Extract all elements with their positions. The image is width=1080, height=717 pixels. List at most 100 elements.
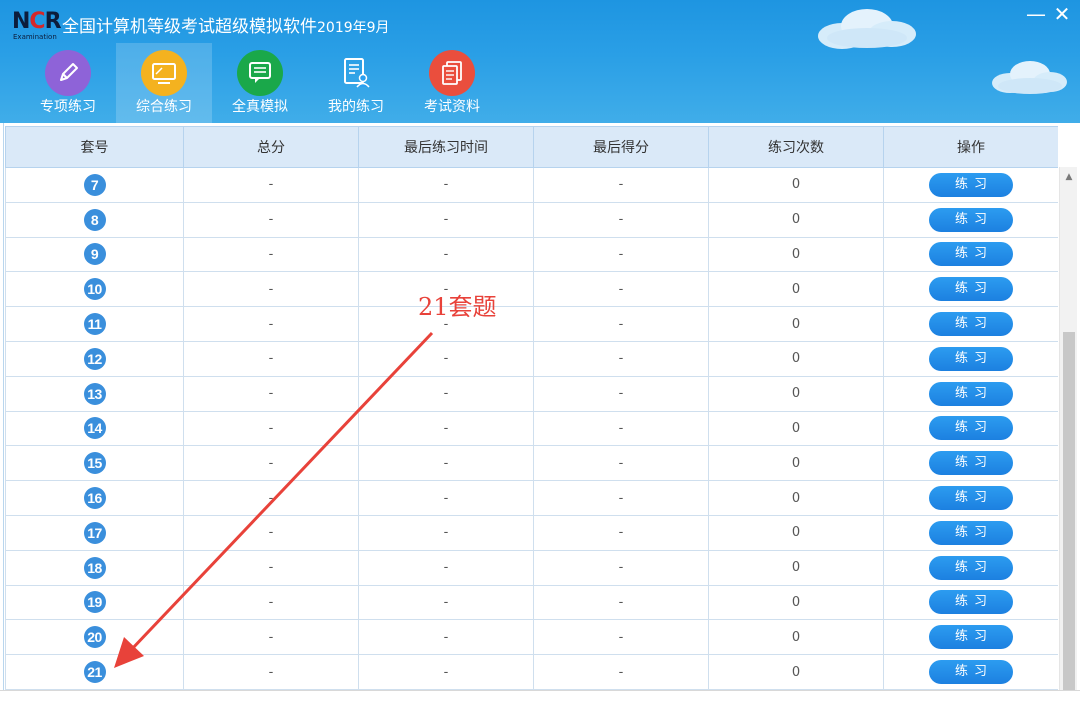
set-number-cell: 8 xyxy=(5,201,184,238)
close-button[interactable]: ✕ xyxy=(1050,2,1074,26)
last-score-cell: - xyxy=(533,480,709,516)
table-row: 8 - - - 0 练习 xyxy=(5,201,1058,238)
document-user-icon xyxy=(333,50,379,96)
total-score-cell: - xyxy=(183,236,359,273)
set-number-badge: 8 xyxy=(83,208,106,231)
practice-count-cell: 0 xyxy=(708,375,884,412)
practice-button[interactable]: 练习 xyxy=(929,520,1013,545)
cloud-decoration-small xyxy=(992,61,1067,94)
set-number-badge: 14 xyxy=(83,417,106,440)
scrollbar-thumb[interactable] xyxy=(1063,332,1075,690)
logo-subtext: Examination xyxy=(13,33,57,41)
total-score-cell: - xyxy=(183,584,359,621)
vertical-scrollbar[interactable]: ▲ xyxy=(1059,167,1077,690)
practice-button[interactable]: 练习 xyxy=(929,172,1013,197)
logo-mark: NCR xyxy=(12,9,62,34)
last-time-cell: - xyxy=(358,514,534,551)
last-time-cell: - xyxy=(358,480,534,516)
last-time-cell: - xyxy=(358,549,534,586)
practice-button[interactable]: 练习 xyxy=(929,346,1013,371)
table-row: 11 - - - 0 练习 xyxy=(5,306,1058,342)
nav-item-full-simulation[interactable]: 全真模拟 xyxy=(212,43,308,123)
action-cell: 练习 xyxy=(883,306,1058,342)
table-header-row: 套号 总分 最后练习时间 最后得分 练习次数 操作 xyxy=(5,126,1058,168)
practice-button[interactable]: 练习 xyxy=(929,660,1013,685)
last-score-cell: - xyxy=(533,445,709,482)
set-number-cell: 19 xyxy=(5,584,184,621)
scroll-up-arrow-icon[interactable]: ▲ xyxy=(1060,167,1078,187)
last-score-cell: - xyxy=(533,654,709,690)
nav-item-comprehensive-practice[interactable]: 综合练习 xyxy=(116,43,212,123)
practice-button[interactable]: 练习 xyxy=(929,451,1013,476)
set-number-badge: 10 xyxy=(83,278,106,301)
title-bar: NCR Examination 全国计算机等级考试超级模拟软件2019年9月 —… xyxy=(0,0,1080,123)
last-time-cell: - xyxy=(358,201,534,238)
table-row: 15 - - - 0 练习 xyxy=(5,445,1058,482)
action-cell: 练习 xyxy=(883,410,1058,447)
practice-count-cell: 0 xyxy=(708,445,884,482)
practice-button[interactable]: 练习 xyxy=(929,590,1013,615)
last-time-cell: - xyxy=(358,375,534,412)
set-number-badge: 7 xyxy=(83,173,106,196)
practice-button[interactable]: 练习 xyxy=(929,207,1013,232)
total-score-cell: - xyxy=(183,271,359,308)
practice-button[interactable]: 练习 xyxy=(929,486,1013,511)
set-number-cell: 9 xyxy=(5,236,184,273)
nav-label: 考试资料 xyxy=(424,99,480,115)
practice-button[interactable]: 练习 xyxy=(929,416,1013,441)
app-logo: NCR Examination xyxy=(12,9,64,42)
action-cell: 练习 xyxy=(883,340,1058,377)
nav-item-special-practice[interactable]: 专项练习 xyxy=(20,43,116,123)
last-time-cell: - xyxy=(358,236,534,273)
set-number-badge: 16 xyxy=(83,487,106,510)
total-score-cell: - xyxy=(183,445,359,482)
total-score-cell: - xyxy=(183,340,359,377)
set-number-badge: 20 xyxy=(83,626,106,649)
practice-button[interactable]: 练习 xyxy=(929,312,1013,337)
column-header-practice-count[interactable]: 练习次数 xyxy=(708,126,884,168)
practice-button[interactable]: 练习 xyxy=(929,242,1013,267)
column-header-set-number[interactable]: 套号 xyxy=(5,126,184,168)
last-score-cell: - xyxy=(533,549,709,586)
set-number-cell: 12 xyxy=(5,340,184,377)
table-row: 14 - - - 0 练习 xyxy=(5,410,1058,447)
action-cell: 练习 xyxy=(883,584,1058,621)
nav-label: 专项练习 xyxy=(40,99,96,115)
action-cell: 练习 xyxy=(883,201,1058,238)
column-header-last-score[interactable]: 最后得分 xyxy=(533,126,709,168)
practice-count-cell: 0 xyxy=(708,201,884,238)
total-score-cell: - xyxy=(183,306,359,342)
total-score-cell: - xyxy=(183,375,359,412)
table-row: 19 - - - 0 练习 xyxy=(5,584,1058,621)
nav-item-exam-materials[interactable]: 考试资料 xyxy=(404,43,500,123)
practice-count-cell: 0 xyxy=(708,236,884,273)
minimize-button[interactable]: — xyxy=(1024,2,1048,26)
last-score-cell: - xyxy=(533,201,709,238)
practice-button[interactable]: 练习 xyxy=(929,277,1013,302)
column-header-total-score[interactable]: 总分 xyxy=(183,126,359,168)
nav-item-my-practice[interactable]: 我的练习 xyxy=(308,43,404,123)
last-score-cell: - xyxy=(533,167,709,203)
table-row: 16 - - - 0 练习 xyxy=(5,480,1058,516)
set-number-cell: 13 xyxy=(5,375,184,412)
action-cell: 练习 xyxy=(883,167,1058,203)
total-score-cell: - xyxy=(183,167,359,203)
column-header-last-practice-time[interactable]: 最后练习时间 xyxy=(358,126,534,168)
last-score-cell: - xyxy=(533,375,709,412)
practice-table: 套号 总分 最后练习时间 最后得分 练习次数 操作 7 - - - 0 练习 8… xyxy=(5,126,1058,690)
last-time-cell: - xyxy=(358,445,534,482)
set-number-badge: 9 xyxy=(83,243,106,266)
last-score-cell: - xyxy=(533,619,709,656)
app-title: 全国计算机等级考试超级模拟软件2019年9月 xyxy=(62,16,390,39)
annotation-label: 21套题 xyxy=(418,293,497,321)
table-row: 17 - - - 0 练习 xyxy=(5,514,1058,551)
last-time-cell: - xyxy=(358,410,534,447)
practice-button[interactable]: 练习 xyxy=(929,625,1013,650)
table-row: 7 - - - 0 练习 xyxy=(5,167,1058,203)
last-score-cell: - xyxy=(533,410,709,447)
pencil-icon xyxy=(45,50,91,96)
practice-button[interactable]: 练习 xyxy=(929,555,1013,580)
table-row: 9 - - - 0 练习 xyxy=(5,236,1058,273)
table-row: 21 - - - 0 练习 xyxy=(5,654,1058,690)
practice-button[interactable]: 练习 xyxy=(929,381,1013,406)
